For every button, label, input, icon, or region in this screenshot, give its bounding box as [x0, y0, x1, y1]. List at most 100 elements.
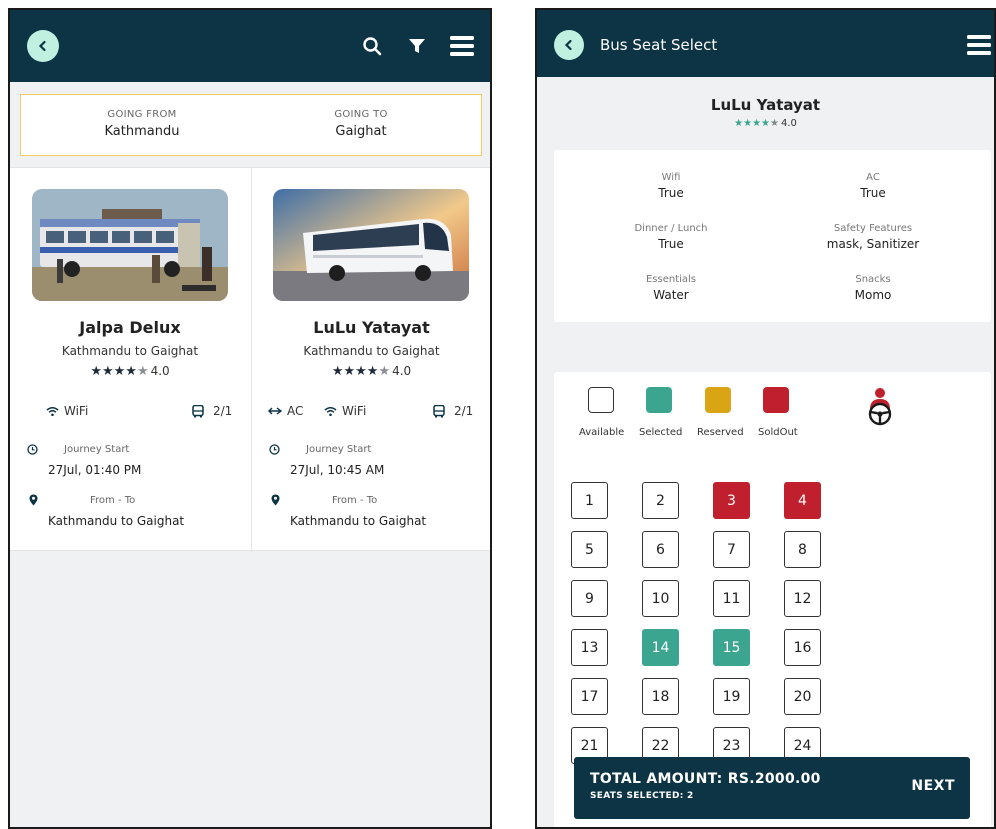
seat-20[interactable]: 20 — [784, 678, 821, 715]
search-button[interactable] — [358, 32, 386, 60]
back-button[interactable] — [554, 30, 584, 60]
seat-18[interactable]: 18 — [642, 678, 679, 715]
journey-start-label: Journey Start — [64, 444, 130, 455]
rating-value: 4.0 — [392, 364, 412, 378]
bus-card[interactable]: Jalpa Delux Kathmandu to Gaighat ★★★★★ 4.… — [10, 168, 250, 552]
booking-summary-bar: TOTAL AMOUNT: RS.2000.00 SEATS SELECTED:… — [574, 757, 970, 819]
from-to-label: From - To — [90, 495, 136, 506]
feature-label: Safety Features — [833, 223, 913, 234]
clock-icon — [269, 444, 280, 458]
feature-label: Essentials — [645, 274, 697, 285]
operator-name: LuLu Yatayat — [710, 96, 821, 114]
star-icon: ★ — [343, 364, 356, 379]
rating-value: 4.0 — [150, 364, 170, 378]
feature-label: Wifi — [661, 172, 681, 183]
amenity-label: WiFi — [64, 404, 89, 418]
legend-available-swatch — [588, 387, 614, 413]
star-icon: ★ — [136, 364, 149, 379]
seat-6[interactable]: 6 — [642, 531, 679, 568]
seat-12[interactable]: 12 — [784, 580, 821, 617]
menu-button[interactable] — [965, 31, 993, 59]
feature-label: Snacks — [855, 274, 891, 285]
seat-9[interactable]: 9 — [571, 580, 608, 617]
amenity-ac: AC — [268, 404, 303, 418]
driver-icon — [868, 388, 892, 426]
feature-safety: Safety Features mask, Sanitizer — [773, 223, 973, 251]
feature-label: AC — [866, 172, 880, 183]
wifi-icon — [46, 406, 59, 416]
seat-layout: 2/1 — [192, 404, 232, 418]
bus-features: Wifi True AC True Dinner / Lunch True Sa… — [554, 150, 991, 322]
seat-select-screen: Bus Seat Select LuLu Yatayat ★★★★★ 4.0 Wi… — [535, 8, 996, 829]
seat-7[interactable]: 7 — [713, 531, 750, 568]
seat-1[interactable]: 1 — [571, 482, 608, 519]
going-to-value: Gaighat — [335, 124, 387, 139]
filter-icon — [409, 39, 425, 53]
chevron-left-icon — [564, 39, 572, 51]
bus-name: Jalpa Delux — [79, 318, 181, 337]
bus-route: Kathmandu to Gaighat — [61, 344, 199, 358]
seat-19[interactable]: 19 — [713, 678, 750, 715]
bus-card-list: Jalpa Delux Kathmandu to Gaighat ★★★★★ 4.… — [10, 167, 490, 552]
seat-5[interactable]: 5 — [571, 531, 608, 568]
star-icon: ★ — [125, 364, 137, 379]
feature-label: Dinner / Lunch — [634, 223, 708, 234]
bus-photo — [32, 189, 228, 301]
legend-soldout-swatch — [763, 387, 789, 413]
bus-rating: ★★★★★ 4.0 — [252, 364, 490, 379]
bus-list-screen: GOING FROM Kathmandu GOING TO Gaighat Ja… — [8, 8, 492, 829]
journey-start-label: Journey Start — [306, 444, 372, 455]
seat-layout-value: 2/1 — [213, 404, 233, 418]
location-pin-icon — [29, 494, 38, 509]
legend-selected-label: Selected — [639, 427, 683, 438]
star-icon: ★ — [734, 118, 744, 129]
app-header: Bus Seat Select — [537, 10, 994, 77]
going-from-value: Kathmandu — [104, 124, 180, 139]
star-icon: ★ — [366, 364, 379, 379]
star-icon: ★ — [113, 364, 126, 379]
amenity-wifi: WiFi — [324, 404, 366, 418]
amenity-label: AC — [287, 404, 304, 418]
feature-value: Momo — [854, 288, 892, 302]
next-button[interactable]: NEXT — [911, 778, 955, 794]
bus-route: Kathmandu to Gaighat — [303, 344, 440, 358]
bus-icon — [192, 404, 204, 417]
journey-start-value: 27Jul, 01:40 PM — [48, 463, 142, 477]
back-button[interactable] — [27, 30, 59, 62]
seat-layout: 2/1 — [433, 404, 473, 418]
bus-icon — [433, 404, 445, 417]
seat-16[interactable]: 16 — [784, 629, 821, 666]
wifi-icon — [324, 406, 337, 416]
bus-rating: ★★★★★ 4.0 — [10, 364, 250, 379]
star-icon: ★ — [770, 118, 779, 129]
seat-17[interactable]: 17 — [571, 678, 608, 715]
menu-button[interactable] — [448, 32, 476, 60]
operator-rating: ★★★★★ 4.0 — [537, 118, 994, 129]
feature-snacks: Snacks Momo — [773, 274, 973, 302]
seat-13[interactable]: 13 — [571, 629, 608, 666]
feature-value: True — [860, 186, 886, 200]
legend-soldout-label: SoldOut — [758, 427, 798, 438]
seat-8[interactable]: 8 — [784, 531, 821, 568]
from-to-value: Kathmandu to Gaighat — [48, 514, 185, 528]
star-icon: ★ — [355, 364, 367, 379]
bus-photo — [273, 189, 469, 301]
journey-start-value: 27Jul, 10:45 AM — [290, 463, 385, 477]
legend-reserved-swatch — [705, 387, 731, 413]
star-icon: ★ — [90, 364, 102, 379]
seat-layout-value: 2/1 — [454, 404, 474, 418]
filter-button[interactable] — [403, 32, 431, 60]
feature-value: True — [658, 237, 684, 251]
location-pin-icon — [271, 494, 280, 509]
seat-11[interactable]: 11 — [713, 580, 750, 617]
going-from: GOING FROM Kathmandu — [42, 109, 242, 139]
seat-10[interactable]: 10 — [642, 580, 679, 617]
feature-value: Water — [653, 288, 689, 302]
route-summary[interactable]: GOING FROM Kathmandu GOING TO Gaighat — [20, 94, 482, 156]
star-icon: ★ — [743, 118, 753, 129]
bus-card[interactable]: LuLu Yatayat Kathmandu to Gaighat ★★★★★ 4… — [251, 168, 490, 552]
seat-14[interactable]: 14 — [642, 629, 679, 666]
seat-2[interactable]: 2 — [642, 482, 679, 519]
seat-15[interactable]: 15 — [713, 629, 750, 666]
feature-value: True — [658, 186, 684, 200]
